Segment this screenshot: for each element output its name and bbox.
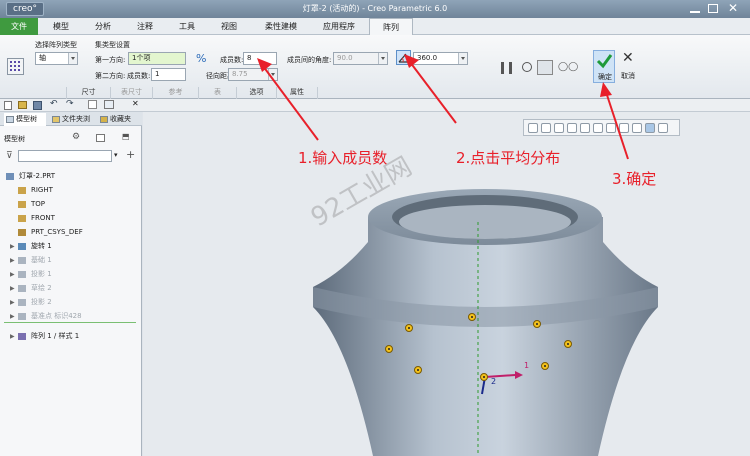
annotation-step3: 3.确定 [612,170,657,188]
annotation-arrows [257,54,629,160]
annotation-step2: 2.点击平均分布 [456,149,561,167]
annotation-step1: 1.输入成员数 [298,149,388,167]
